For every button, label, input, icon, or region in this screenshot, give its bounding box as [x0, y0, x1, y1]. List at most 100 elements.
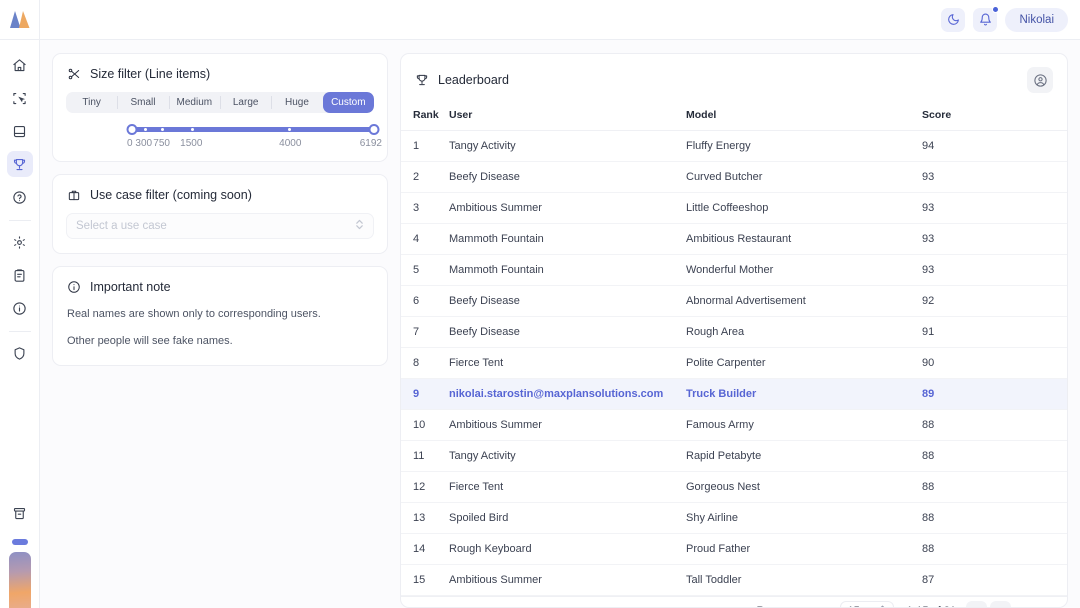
size-segment-large[interactable]: Large: [219, 92, 271, 113]
user-menu-button[interactable]: Nikolai: [1005, 7, 1068, 32]
cell-user: Beefy Disease: [449, 285, 686, 317]
sidebar-item-tasks[interactable]: [7, 262, 33, 288]
cell-model: Curved Butcher: [686, 161, 922, 193]
column-header-model[interactable]: Model: [686, 105, 922, 131]
sidebar-item-settings[interactable]: [7, 229, 33, 255]
scissors-icon: [68, 68, 80, 80]
prev-page-button[interactable]: [990, 600, 1011, 607]
column-header-user[interactable]: User: [449, 105, 686, 131]
table-row[interactable]: 1 Tangy Activity Fluffy Energy 94: [401, 130, 1067, 162]
sidebar-item-leaderboard[interactable]: [6, 151, 33, 177]
slider-track: [126, 124, 380, 135]
table-row[interactable]: 12 Fierce Tent Gorgeous Nest 88: [401, 471, 1067, 503]
slider-tick: [161, 128, 165, 131]
slider-handle-max[interactable]: [368, 124, 380, 135]
sidebar-divider-2: [8, 331, 31, 332]
last-page-button[interactable]: [1038, 601, 1059, 608]
size-segment-tiny[interactable]: Tiny: [66, 92, 117, 113]
use-case-select[interactable]: Select a use case: [66, 213, 374, 239]
size-segment-medium[interactable]: Medium: [168, 92, 220, 113]
mountain-logo-icon: [9, 10, 29, 28]
pagination-controls: [966, 600, 1059, 608]
sidebar-item-home[interactable]: [7, 52, 33, 78]
important-note-card: Important note Real names are shown only…: [52, 266, 388, 366]
cell-rank: 7: [401, 316, 449, 348]
table-row[interactable]: 13 Spoiled Bird Shy Airline 88: [401, 502, 1067, 534]
table-row[interactable]: 2 Beefy Disease Curved Butcher 93: [401, 161, 1067, 193]
column-header-rank[interactable]: Rank: [401, 105, 449, 131]
sidebar-item-docs[interactable]: [7, 118, 33, 144]
table-row[interactable]: 8 Fierce Tent Polite Carpenter 90: [401, 347, 1067, 379]
slider-tick-label: 300: [135, 138, 153, 149]
leaderboard-my-rank-button[interactable]: [1027, 67, 1053, 93]
table-row[interactable]: 7 Beefy Disease Rough Area 91: [401, 316, 1067, 348]
cell-score: 93: [922, 254, 1067, 286]
table-row[interactable]: 5 Mammoth Fountain Wonderful Mother 93: [401, 254, 1067, 286]
size-segment-small[interactable]: Small: [117, 92, 168, 113]
slider-tick-labels: 0 300 750 1500 4000 6192: [66, 138, 382, 152]
trophy-icon: [416, 74, 428, 86]
cell-score: 88: [922, 409, 1067, 441]
cell-model: Polite Carpenter: [686, 347, 922, 379]
cell-rank: 4: [401, 223, 449, 255]
next-page-button[interactable]: [1014, 601, 1035, 608]
slider-tick-label: 1500: [180, 138, 203, 149]
bell-icon: [980, 13, 991, 26]
notification-badge: [992, 5, 1000, 13]
table-row[interactable]: 9 nikolai.starostin@maxplansolutions.com T…: [401, 378, 1067, 410]
cell-model: Proud Father: [686, 533, 922, 565]
clipboard-icon: [14, 268, 25, 282]
cell-model: Rough Area: [686, 316, 922, 348]
sidebar-item-archive[interactable]: [7, 500, 33, 526]
logo[interactable]: [0, 0, 40, 40]
cell-model: Famous Army: [686, 409, 922, 441]
important-note-title: Important note: [90, 280, 171, 294]
slider-handle-min[interactable]: [126, 124, 138, 135]
table-row[interactable]: 10 Ambitious Summer Famous Army 88: [401, 409, 1067, 441]
table-row[interactable]: 15 Ambitious Summer Tall Toddler 87: [401, 564, 1067, 596]
column-header-score[interactable]: Score: [922, 105, 1067, 131]
cell-user: Ambitious Summer: [449, 564, 686, 596]
cell-rank: 2: [401, 161, 449, 193]
cell-user: Mammoth Fountain: [449, 254, 686, 286]
table-row[interactable]: 11 Tangy Activity Rapid Petabyte 88: [401, 440, 1067, 472]
cell-score: 92: [922, 285, 1067, 317]
leaderboard-table: Rank User Model Score 1 Tangy Activity Flu…: [401, 105, 1067, 596]
sidebar-item-help[interactable]: [7, 184, 33, 210]
size-segment-custom[interactable]: Custom: [322, 92, 374, 113]
size-range-slider[interactable]: 0 300 750 1500 4000 6192: [66, 113, 382, 159]
size-segment-huge[interactable]: Huge: [271, 92, 322, 113]
use-case-filter-title: Use case filter (coming soon): [90, 188, 252, 202]
theme-toggle-button[interactable]: [941, 7, 966, 32]
cell-score: 93: [922, 223, 1067, 255]
main-content: Size filter (Line items) Tiny Small Medi…: [40, 40, 1080, 608]
table-row[interactable]: 4 Mammoth Fountain Ambitious Restaurant 93: [401, 223, 1067, 255]
cell-user: Fierce Tent: [449, 471, 686, 503]
cell-user: Rough Keyboard: [449, 533, 686, 565]
slider-tick: [190, 128, 194, 131]
cell-score: 94: [922, 130, 1067, 162]
app-root: Nikolai Size filter (Line items) Tiny Sm…: [0, 0, 1080, 608]
slider-tick: [143, 128, 147, 131]
rows-per-page-select[interactable]: 15: [840, 600, 895, 607]
sidebar-item-select[interactable]: [7, 85, 33, 111]
use-case-filter-header: Use case filter (coming soon): [53, 175, 387, 213]
table-row[interactable]: 6 Beefy Disease Abnormal Advertisement 92: [401, 285, 1067, 317]
first-page-button[interactable]: [966, 600, 987, 607]
slider-ticks: [132, 127, 374, 132]
sidebar-item-about[interactable]: [7, 295, 33, 321]
important-note-body: Real names are shown only to correspondi…: [53, 305, 387, 365]
cell-model: Abnormal Advertisement: [686, 285, 922, 317]
cell-model: Ambitious Restaurant: [686, 223, 922, 255]
size-filter-header: Size filter (Line items): [53, 54, 387, 92]
table-row[interactable]: 14 Rough Keyboard Proud Father 88: [401, 533, 1067, 565]
top-bar: Nikolai: [0, 0, 1080, 40]
cell-score: 88: [922, 502, 1067, 534]
table-row[interactable]: 3 Ambitious Summer Little Coffeeshop 93: [401, 192, 1067, 224]
info-circle-icon: [13, 301, 26, 315]
gear-icon: [14, 235, 25, 249]
sidebar-item-security[interactable]: [7, 340, 33, 366]
use-case-filter-card: Use case filter (coming soon) Select a u…: [52, 174, 388, 254]
notifications-button[interactable]: [973, 5, 1000, 32]
cell-user: nikolai.starostin@maxplansolutions.com: [449, 378, 686, 410]
